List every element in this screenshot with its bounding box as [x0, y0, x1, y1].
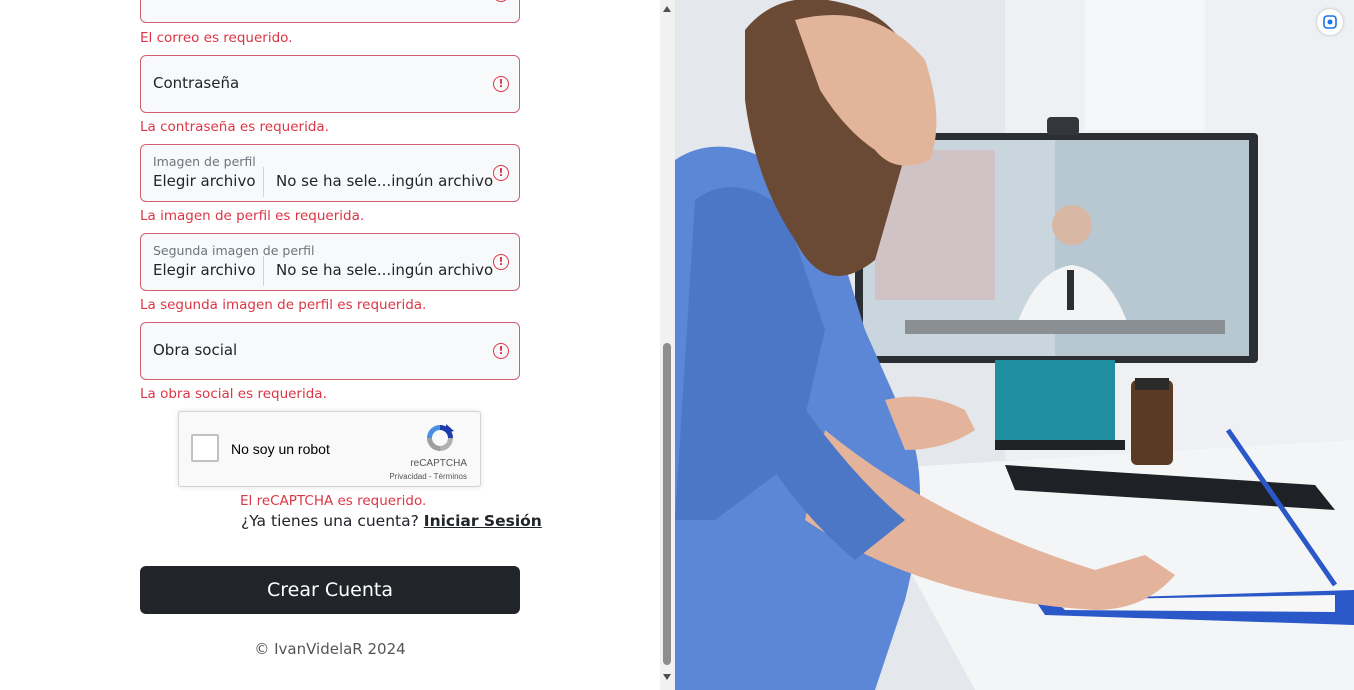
- password-field[interactable]: Contraseña !: [140, 55, 520, 113]
- recaptcha-checkbox[interactable]: [191, 434, 219, 462]
- insurance-field[interactable]: Obra social !: [140, 322, 520, 380]
- alert-circle-icon: !: [493, 165, 509, 181]
- recaptcha-label: No soy un robot: [231, 441, 330, 457]
- second-profile-image-label: Segunda imagen de perfil: [153, 243, 315, 258]
- alert-circle-icon: !: [493, 343, 509, 359]
- recaptcha-widget: No soy un robot reCAPTCHA Privacidad - T…: [178, 411, 481, 487]
- scroll-thumb[interactable]: [663, 343, 671, 665]
- insurance-placeholder: Obra social: [153, 341, 238, 359]
- profile-image-field[interactable]: Imagen de perfil Elegir archivo No se ha…: [140, 144, 520, 202]
- password-placeholder: Contraseña: [153, 74, 240, 92]
- choose-file-button[interactable]: Elegir archivo: [153, 172, 256, 190]
- login-question: ¿Ya tienes una cuenta?: [241, 512, 419, 530]
- alert-circle-icon: !: [493, 254, 509, 270]
- profile-image-error: La imagen de perfil es requerida.: [140, 208, 365, 224]
- email-field[interactable]: !: [140, 0, 520, 23]
- create-account-button[interactable]: Crear Cuenta: [140, 566, 520, 614]
- login-link[interactable]: Iniciar Sesión: [424, 512, 542, 530]
- recaptcha-logo-icon: [427, 424, 454, 451]
- email-error: El correo es requerido.: [140, 30, 293, 46]
- recaptcha-error: El reCAPTCHA es requerido.: [240, 493, 427, 509]
- password-error: La contraseña es requerida.: [140, 119, 329, 135]
- second-profile-image-field[interactable]: Segunda imagen de perfil Elegir archivo …: [140, 233, 520, 291]
- telemedicine-illustration: [675, 0, 1354, 690]
- scroll-down-arrow-icon[interactable]: [663, 674, 671, 680]
- second-profile-image-error: La segunda imagen de perfil es requerida…: [140, 297, 427, 313]
- scroll-up-arrow-icon[interactable]: [663, 6, 671, 12]
- alert-circle-icon: !: [493, 0, 509, 2]
- recaptcha-brand: reCAPTCHA: [410, 458, 467, 469]
- vertical-scrollbar[interactable]: [660, 0, 675, 690]
- register-form-pane: ! El correo es requerido. Contraseña ! L…: [0, 0, 660, 690]
- insurance-error: La obra social es requerida.: [140, 386, 327, 402]
- no-file-text: No se ha sele...ingún archivo: [276, 172, 494, 190]
- choose-file-button[interactable]: Elegir archivo: [153, 261, 256, 279]
- login-prompt: ¿Ya tienes una cuenta? Iniciar Sesión: [241, 512, 542, 530]
- hero-photo: [675, 0, 1354, 690]
- profile-image-label: Imagen de perfil: [153, 154, 256, 169]
- file-divider: [263, 167, 264, 197]
- alert-circle-icon: !: [493, 76, 509, 92]
- recaptcha-links[interactable]: Privacidad - Términos: [389, 472, 467, 481]
- file-divider: [263, 256, 264, 286]
- google-lens-icon[interactable]: [1317, 9, 1343, 35]
- no-file-text: No se ha sele...ingún archivo: [276, 261, 494, 279]
- footer-copyright: © IvanVidelaR 2024: [254, 640, 406, 658]
